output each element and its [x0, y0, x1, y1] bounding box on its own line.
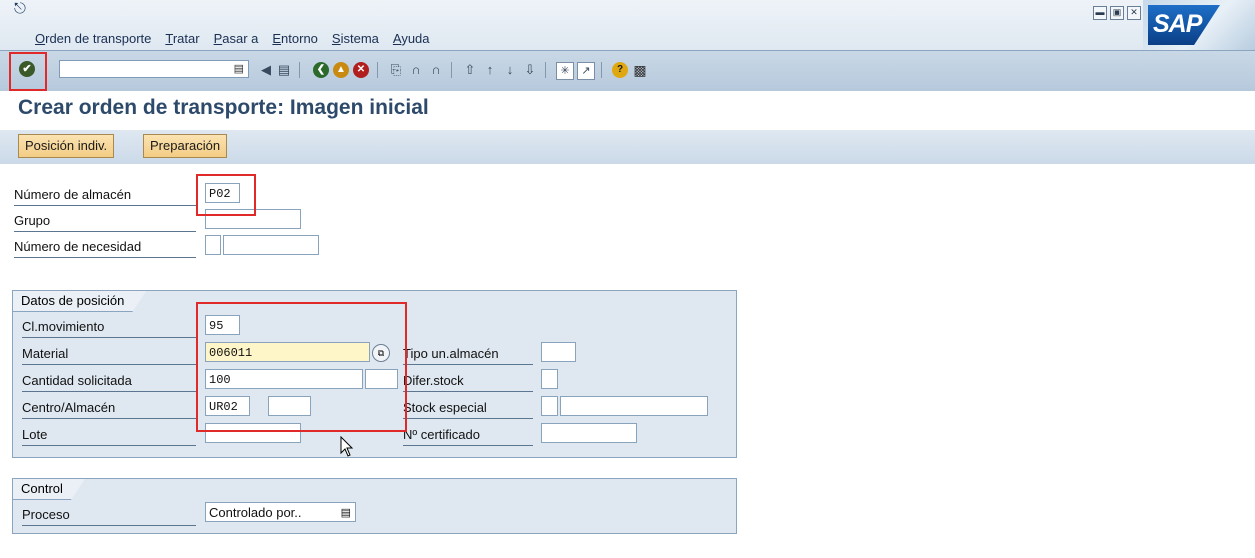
menu-entorno[interactable]: Entorno [272, 31, 318, 46]
find-icon[interactable]: ∩ [408, 62, 424, 78]
material-field[interactable]: 006011 [205, 342, 370, 362]
special-stock-label: Stock especial [403, 398, 533, 419]
menu-tratar[interactable]: Tratar [165, 31, 199, 46]
layout-icon[interactable]: ▩ [632, 62, 648, 78]
batch-label: Lote [22, 425, 196, 446]
save-icon[interactable]: ▤ [276, 62, 292, 78]
unit-field[interactable] [365, 369, 398, 389]
special-stock-indicator-field[interactable] [541, 396, 558, 416]
warehouse-label: Número de almacén [14, 185, 196, 206]
movement-type-label: Cl.movimiento [22, 317, 196, 338]
mouse-cursor-icon [340, 436, 354, 457]
stock-diff-field[interactable] [541, 369, 558, 389]
movement-type-field[interactable]: 95 [205, 315, 240, 335]
window-controls: ▬ ▣ ✕ [1093, 6, 1141, 20]
close-icon[interactable]: ✕ [1127, 6, 1141, 20]
application-toolbar: Posición indiv. Preparación [0, 130, 1255, 164]
menu-bar: ⎋ Orden de transporte Tratar Pasar a Ent… [0, 0, 1255, 50]
menu-orden-de-transporte[interactable]: Orden de transporte [35, 31, 151, 46]
process-dropdown[interactable]: Controlado por.. ▤ [205, 502, 356, 522]
requirement-label: Número de necesidad [14, 237, 196, 258]
process-label: Proceso [22, 505, 196, 526]
control-title: Control [13, 479, 85, 500]
sap-logo: SAP [1143, 0, 1255, 50]
exit-icon[interactable]: ▲ [333, 62, 349, 78]
system-menu-icon[interactable]: ⎋ [14, 0, 26, 17]
last-page-icon[interactable]: ⇩ [522, 62, 538, 78]
command-history-icon[interactable]: ▤ [234, 62, 244, 75]
plant-field[interactable]: UR02 [205, 396, 250, 416]
process-value: Controlado por.. [209, 505, 302, 520]
command-input[interactable] [60, 62, 231, 76]
page-title: Crear orden de transporte: Imagen inicia… [18, 96, 429, 119]
print-icon[interactable]: ⎘ [388, 62, 404, 78]
storage-location-field[interactable] [268, 396, 311, 416]
single-position-button[interactable]: Posición indiv. [18, 134, 115, 158]
position-data-title: Datos de posición [13, 291, 146, 312]
storage-type-label: Tipo un.almacén [403, 344, 533, 365]
preparation-button[interactable]: Preparación [143, 134, 228, 158]
command-field[interactable]: ▤ [59, 60, 249, 78]
back-green-icon[interactable]: ❮ [313, 62, 329, 78]
dropdown-icon[interactable]: ▤ [341, 503, 351, 523]
menu: Orden de transporte Tratar Pasar a Entor… [35, 31, 444, 46]
minimize-icon[interactable]: ▬ [1093, 6, 1107, 20]
requirement-type-field[interactable] [205, 235, 221, 255]
material-search-help-icon[interactable]: ⧉ [372, 344, 390, 362]
help-icon[interactable]: ? [612, 62, 628, 78]
group-label: Grupo [14, 211, 196, 232]
requirement-number-field[interactable] [223, 235, 319, 255]
stock-diff-label: Difer.stock [403, 371, 533, 392]
next-page-icon[interactable]: ↓ [502, 62, 518, 78]
plant-storage-label: Centro/Almacén [22, 398, 196, 419]
back-icon[interactable]: ◀ [258, 62, 274, 78]
warehouse-field[interactable]: P02 [205, 183, 240, 203]
requested-quantity-field[interactable]: 100 [205, 369, 363, 389]
shortcut-icon[interactable]: ↗ [577, 62, 595, 80]
enter-button[interactable]: ✔ [15, 57, 41, 83]
storage-type-field[interactable] [541, 342, 576, 362]
special-stock-number-field[interactable] [560, 396, 708, 416]
find-next-icon[interactable]: ∩ [428, 62, 444, 78]
first-page-icon[interactable]: ⇧ [462, 62, 478, 78]
prev-page-icon[interactable]: ↑ [482, 62, 498, 78]
standard-toolbar: ✔ ▤ ◀ ▤ ❮ ▲ ✕ ⎘ ∩ ∩ ⇧ ↑ ↓ ⇩ ✳ ↗ ? ▩ [0, 50, 1255, 91]
menu-pasar-a[interactable]: Pasar a [214, 31, 259, 46]
enter-icon: ✔ [19, 61, 35, 77]
certificate-field[interactable] [541, 423, 637, 443]
material-label: Material [22, 344, 196, 365]
menu-ayuda[interactable]: Ayuda [393, 31, 430, 46]
maximize-icon[interactable]: ▣ [1110, 6, 1124, 20]
requested-quantity-label: Cantidad solicitada [22, 371, 196, 392]
cancel-icon[interactable]: ✕ [353, 62, 369, 78]
group-field[interactable] [205, 209, 301, 229]
certificate-label: Nº certificado [403, 425, 533, 446]
create-session-icon[interactable]: ✳ [556, 62, 574, 80]
menu-sistema[interactable]: Sistema [332, 31, 379, 46]
batch-field[interactable] [205, 423, 301, 443]
